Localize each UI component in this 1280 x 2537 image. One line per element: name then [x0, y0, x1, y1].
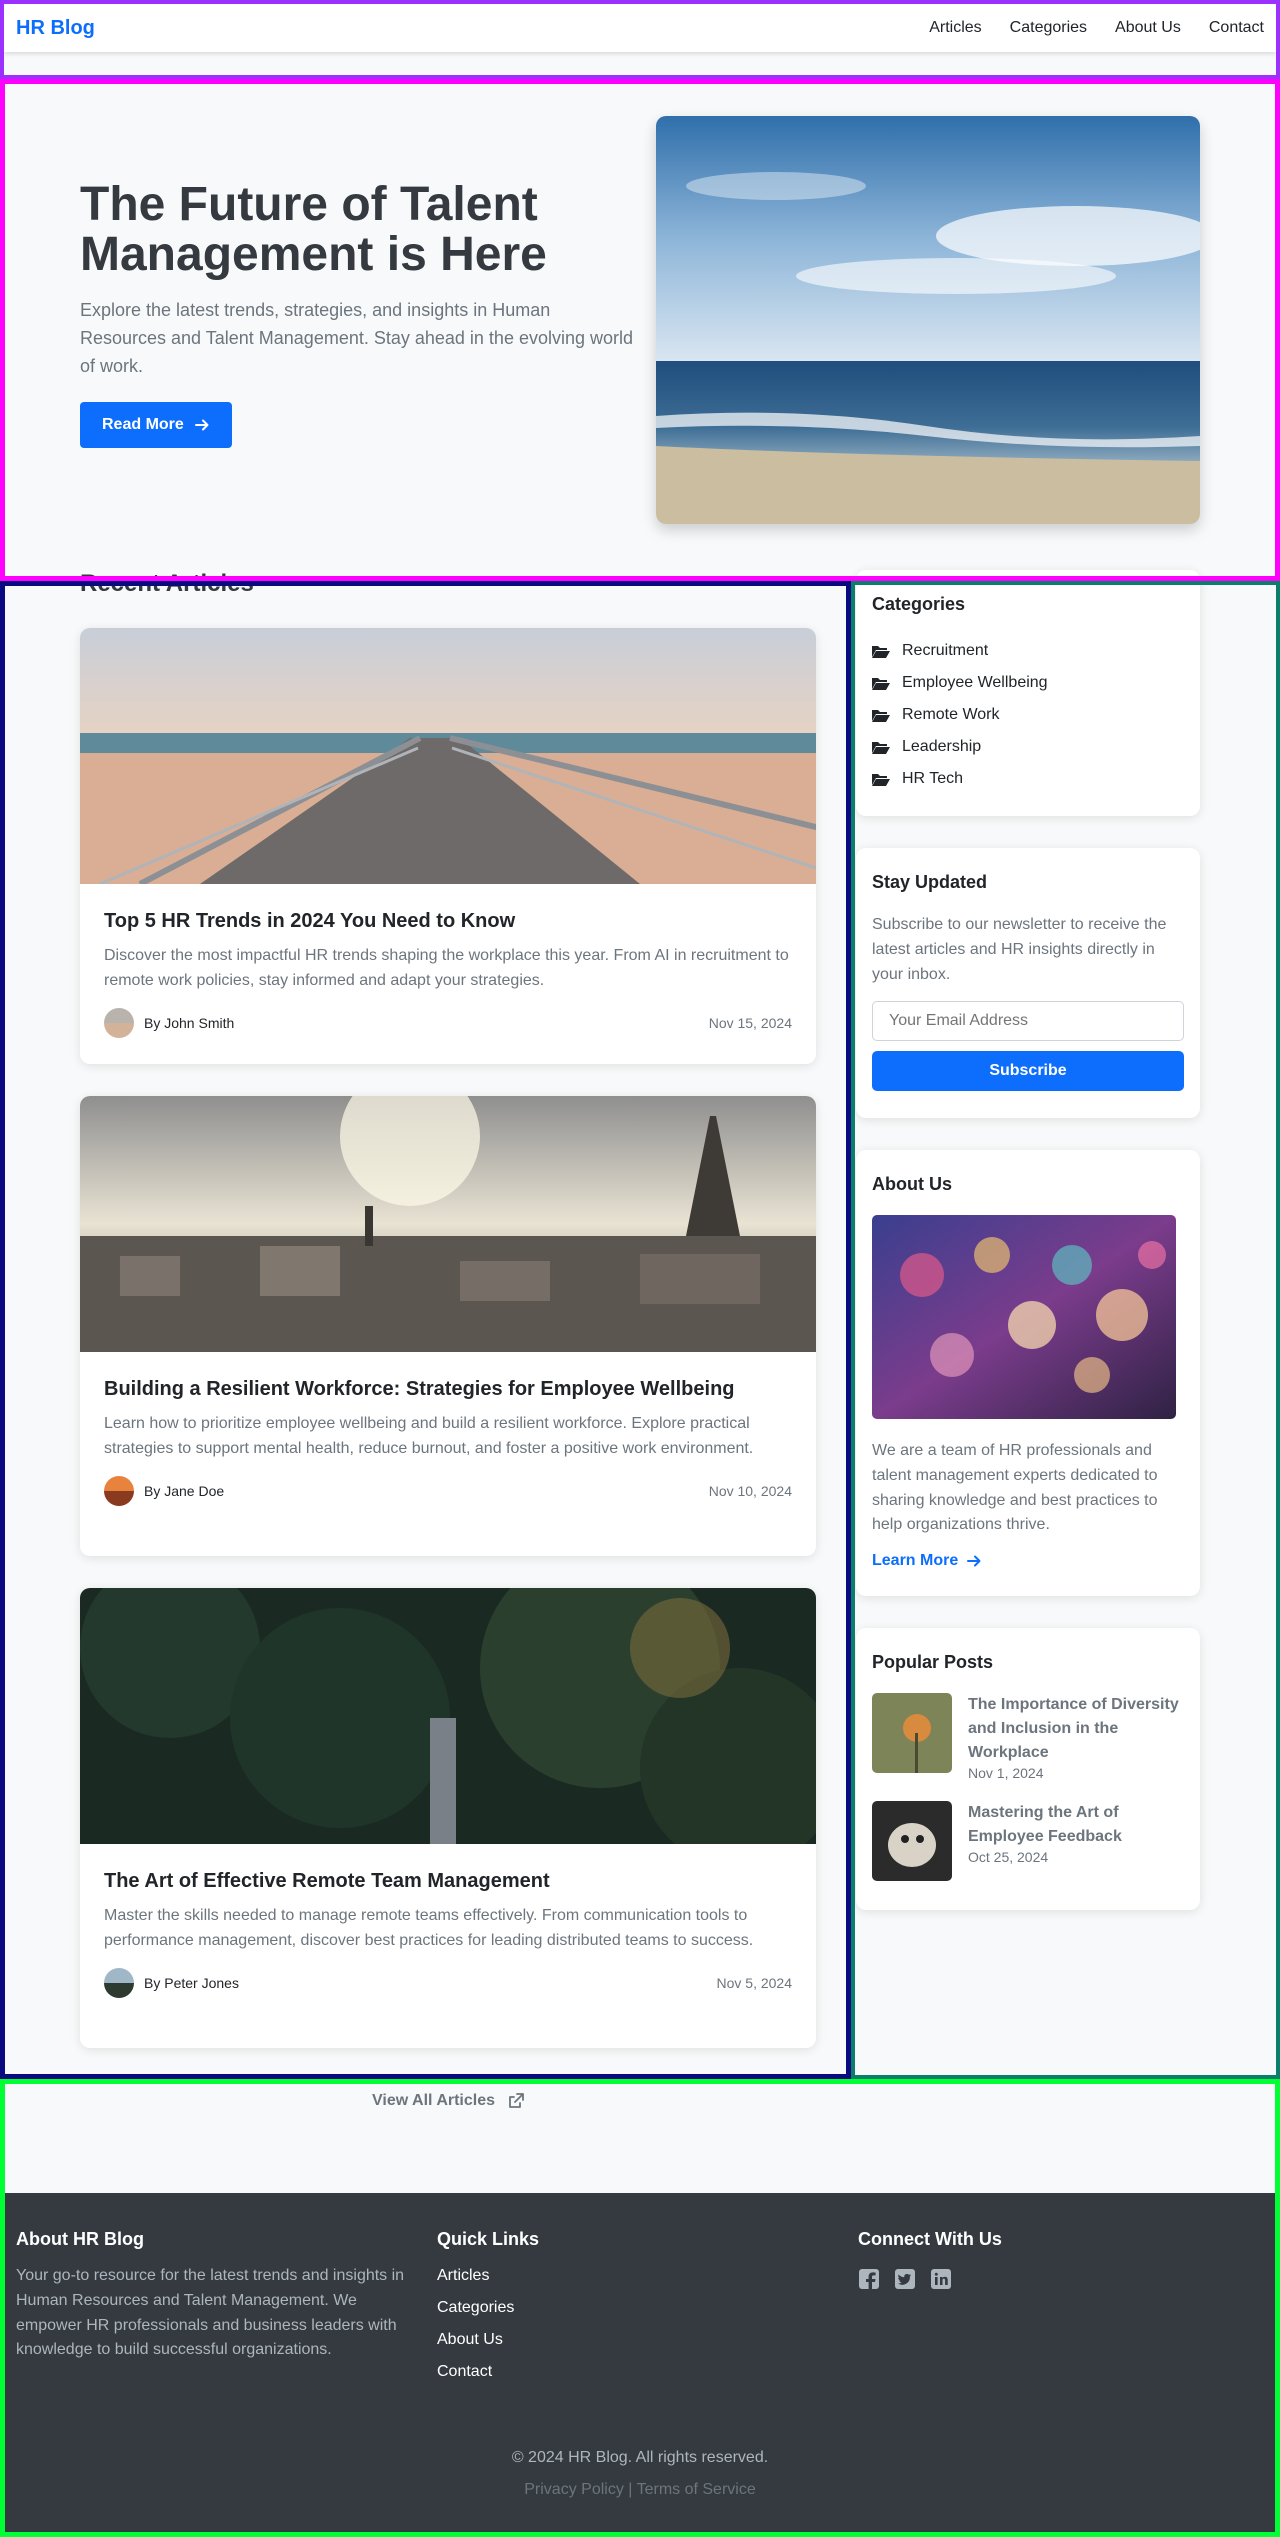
recent-articles-title: Recent Articles — [80, 570, 254, 597]
hero-title: The Future of Talent Management is Here — [80, 178, 547, 282]
nav-link-articles[interactable]: Articles — [929, 19, 981, 37]
popular-post-date: Oct 25, 2024 — [968, 1849, 1049, 1865]
article-image — [80, 1096, 816, 1352]
article-excerpt: Learn how to prioritize employee wellbei… — [104, 1415, 754, 1457]
newsletter-title: Stay Updated — [872, 872, 988, 892]
legal-separator: | — [628, 2481, 633, 2498]
footer-connect: Connect With Us — [858, 2229, 1258, 2290]
copyright-text: © 2024 HR Blog. All rights reserved. — [511, 2449, 769, 2466]
privacy-policy-link[interactable]: Privacy Policy — [524, 2481, 624, 2498]
quick-links-title: Quick Links — [437, 2229, 540, 2249]
about-widget: About Us We are a team of HR professiona… — [856, 1150, 1200, 1596]
footer-link-about[interactable]: About Us — [437, 2328, 837, 2360]
popular-post-title: The Importance of Diversity and Inclusio… — [968, 1696, 1179, 1761]
facebook-icon[interactable] — [858, 2268, 880, 2290]
footer-link-articles[interactable]: Articles — [437, 2264, 837, 2296]
newsletter-widget: Stay Updated Subscribe to our newsletter… — [856, 848, 1200, 1118]
footer: About HR Blog Your go-to resource for th… — [5, 2193, 1275, 2532]
about-text: We are a team of HR professionals and ta… — [872, 1442, 1158, 1534]
brand-logo[interactable]: HR Blog — [16, 17, 95, 40]
email-field[interactable] — [872, 1001, 1184, 1042]
article-image — [80, 628, 816, 887]
category-hr-tech[interactable]: HR Tech — [872, 763, 1184, 795]
article-image — [80, 1588, 816, 1868]
nav-link-categories[interactable]: Categories — [1010, 19, 1087, 37]
categories-title: Categories — [872, 594, 966, 614]
category-recruitment[interactable]: Recruitment — [872, 635, 1184, 667]
view-all-articles-link[interactable]: View All Articles — [372, 2092, 525, 2110]
popular-post-date: Nov 1, 2024 — [968, 1765, 1044, 1781]
connect-title: Connect With Us — [858, 2229, 1002, 2249]
article-author: By John Smith — [144, 1014, 235, 1031]
footer-link-contact[interactable]: Contact — [437, 2360, 837, 2392]
learn-more-link[interactable]: Learn More — [872, 1552, 1184, 1570]
footer-quick-links: Quick Links Articles Categories About Us… — [437, 2229, 837, 2392]
category-employee-wellbeing[interactable]: Employee Wellbeing — [872, 667, 1184, 699]
folder-open-icon — [872, 646, 890, 658]
subscribe-button[interactable]: Subscribe — [872, 1051, 1184, 1092]
footer-about-text: Your go-to resource for the latest trend… — [16, 2267, 405, 2359]
author-avatar — [104, 1967, 134, 1998]
hero-content: The Future of Talent Management is Here … — [80, 178, 640, 449]
legal-links: Privacy Policy | Terms of Service — [5, 2481, 1275, 2499]
article-date: Nov 10, 2024 — [708, 1482, 792, 1499]
article-card[interactable]: The Art of Effective Remote Team Managem… — [80, 1588, 816, 2048]
article-title[interactable]: The Art of Effective Remote Team Managem… — [104, 1868, 792, 1894]
hero-image — [656, 116, 1200, 524]
twitter-icon[interactable] — [894, 2268, 916, 2290]
popular-post-thumbnail — [872, 1801, 952, 1881]
terms-of-service-link[interactable]: Terms of Service — [637, 2481, 756, 2498]
nav-links: Articles Categories About Us Contact — [901, 19, 1264, 37]
article-excerpt: Discover the most impactful HR trends sh… — [104, 947, 789, 989]
article-date: Nov 15, 2024 — [708, 1014, 792, 1031]
read-more-button[interactable]: Read More — [80, 402, 232, 449]
read-more-label: Read More — [102, 416, 184, 434]
article-author: By Peter Jones — [144, 1974, 239, 1991]
categories-widget: Categories Recruitment Employee Wellbein… — [856, 570, 1200, 816]
footer-about-title: About HR Blog — [16, 2229, 144, 2249]
nav-link-contact[interactable]: Contact — [1209, 19, 1264, 37]
article-date: Nov 5, 2024 — [716, 1974, 793, 1991]
category-remote-work[interactable]: Remote Work — [872, 699, 1184, 731]
article-excerpt: Master the skills needed to manage remot… — [104, 1907, 754, 1949]
newsletter-text: Subscribe to our newsletter to receive t… — [872, 916, 1167, 983]
about-title: About Us — [872, 1174, 952, 1194]
folder-open-icon — [872, 710, 890, 722]
popular-post[interactable]: The Importance of Diversity and Inclusio… — [872, 1693, 1184, 1781]
popular-post[interactable]: Mastering the Art of Employee Feedback O… — [872, 1801, 1184, 1881]
popular-posts-title: Popular Posts — [872, 1652, 994, 1672]
popular-posts-widget: Popular Posts The Importance of Diversit… — [856, 1628, 1200, 1910]
popular-post-thumbnail — [872, 1693, 952, 1773]
folder-open-icon — [872, 742, 890, 754]
linkedin-icon[interactable] — [930, 2268, 952, 2290]
category-leadership[interactable]: Leadership — [872, 731, 1184, 763]
view-all-label: View All Articles — [372, 2092, 496, 2109]
author-avatar — [104, 1475, 134, 1506]
article-title[interactable]: Top 5 HR Trends in 2024 You Need to Know — [104, 908, 792, 934]
popular-post-title: Mastering the Art of Employee Feedback — [968, 1804, 1122, 1845]
footer-about: About HR Blog Your go-to resource for th… — [16, 2229, 416, 2363]
nav-link-about[interactable]: About Us — [1115, 19, 1181, 37]
article-author: By Jane Doe — [144, 1482, 225, 1499]
hero-description: Explore the latest trends, strategies, a… — [80, 299, 634, 376]
navbar: HR Blog Articles Categories About Us Con… — [4, 4, 1276, 52]
folder-open-icon — [872, 678, 890, 690]
article-card[interactable]: Top 5 HR Trends in 2024 You Need to Know… — [80, 628, 816, 1064]
about-image — [872, 1215, 1176, 1419]
external-link-icon — [509, 2093, 524, 2108]
arrow-right-icon — [194, 419, 209, 431]
author-avatar — [104, 1007, 134, 1038]
article-card[interactable]: Building a Resilient Workforce: Strategi… — [80, 1096, 816, 1556]
footer-link-categories[interactable]: Categories — [437, 2296, 837, 2328]
article-title[interactable]: Building a Resilient Workforce: Strategi… — [104, 1376, 792, 1402]
folder-open-icon — [872, 774, 890, 786]
arrow-right-icon — [967, 1555, 981, 1567]
